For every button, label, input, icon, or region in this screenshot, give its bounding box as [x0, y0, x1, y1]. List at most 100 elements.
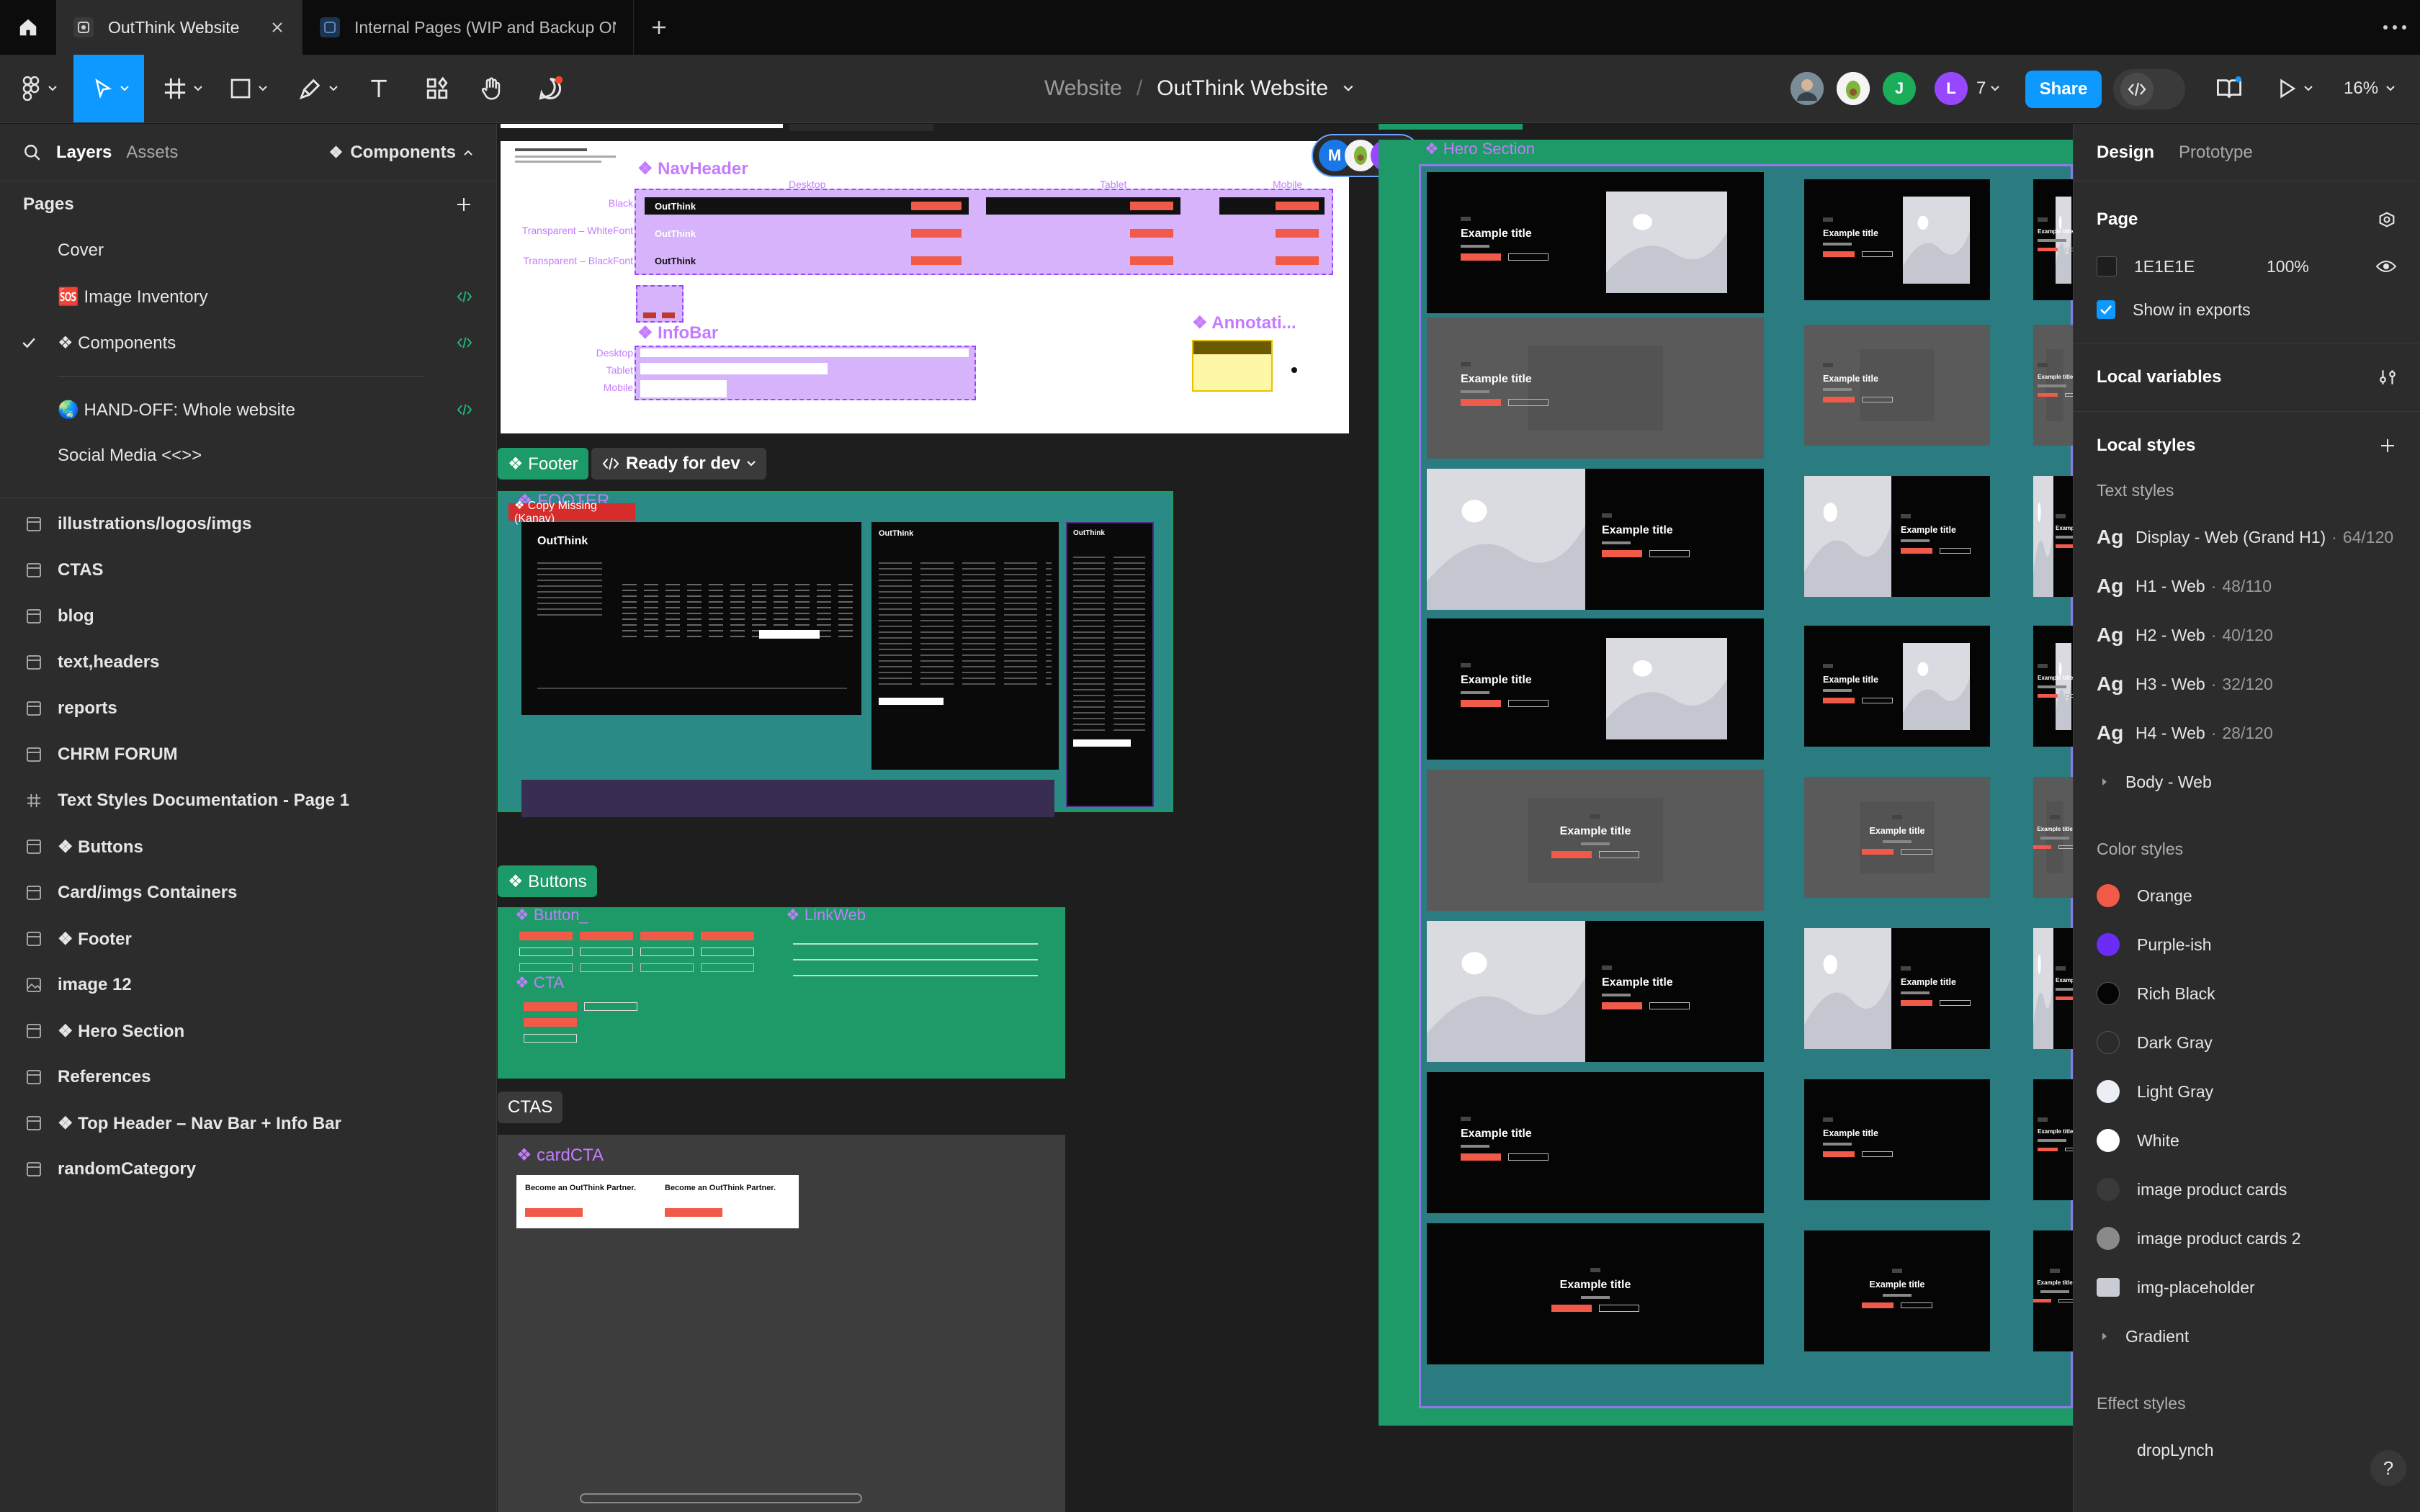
layer-item[interactable]: image 12 — [0, 962, 496, 1008]
help-button[interactable]: ? — [2370, 1450, 2406, 1486]
layer-item[interactable]: ❖ Buttons — [0, 824, 496, 870]
show-in-exports-row[interactable]: Show in exports — [2097, 291, 2397, 328]
navbar-tablet-blackfont — [986, 255, 1180, 266]
layer-item[interactable]: ❖ Hero Section — [0, 1008, 496, 1054]
share-button[interactable]: Share — [2025, 71, 2102, 108]
page-item[interactable]: 🆘 Image Inventory — [0, 274, 496, 320]
checkbox-checked-icon[interactable] — [2097, 300, 2115, 319]
hero-card-content: Example title — [2033, 813, 2073, 849]
avatar[interactable]: J — [1883, 72, 1916, 105]
canvas[interactable]: ❖ NavHeader Desktop Tablet Mobile Black … — [498, 124, 2073, 1512]
color-style-item[interactable]: Light Gray — [2097, 1067, 2397, 1116]
avatar[interactable] — [1791, 72, 1824, 105]
color-style-item[interactable]: image product cards 2 — [2097, 1214, 2397, 1263]
page-color-hex[interactable]: 1E1E1E — [2134, 257, 2249, 276]
layer-item[interactable]: ❖ Top Header – Nav Bar + Info Bar — [0, 1100, 496, 1146]
color-style-item[interactable]: White — [2097, 1116, 2397, 1165]
file-name[interactable]: OutThink Website — [1157, 76, 1328, 101]
current-page-dropdown[interactable]: ❖ Components — [329, 143, 473, 163]
avatar[interactable] — [1837, 72, 1870, 105]
add-page-plus-icon[interactable] — [454, 195, 473, 214]
effect-style-item[interactable]: dropLynch — [2097, 1426, 2397, 1475]
tab-assets[interactable]: Assets — [126, 143, 178, 163]
add-style-plus-icon[interactable] — [2378, 436, 2397, 455]
style-override-icon[interactable] — [2377, 210, 2397, 230]
ctas-frame[interactable]: ❖ cardCTA Become an OutThink Partner. Be… — [498, 1135, 1065, 1512]
home-icon[interactable] — [0, 0, 56, 55]
text-style-item[interactable]: Ag Display - Web (Grand H1) · 64/120 — [2097, 513, 2397, 562]
comment-tool-button[interactable] — [537, 55, 563, 122]
present-button[interactable] — [2276, 55, 2313, 122]
tab-design[interactable]: Design — [2097, 143, 2154, 163]
more-menu-icon[interactable] — [2370, 0, 2420, 55]
color-style-item[interactable]: Purple-ish — [2097, 920, 2397, 969]
footer-frame[interactable]: ❖ FOOTER ❖ Copy Missing (Kanav) OutThink… — [498, 491, 1173, 817]
frame-icon — [26, 1069, 42, 1085]
color-style-item[interactable]: image product cards — [2097, 1165, 2397, 1214]
navheader-variants[interactable]: OutThink OutThink OutThink — [635, 189, 1333, 275]
color-style-item[interactable]: Orange — [2097, 871, 2397, 920]
layer-item[interactable]: randomCategory — [0, 1146, 496, 1192]
page-item[interactable]: ❖ Components — [0, 320, 496, 366]
ready-for-dev-badge[interactable]: Ready for dev — [591, 448, 766, 480]
variables-icon[interactable] — [2378, 368, 2397, 387]
color-style-item[interactable]: img-placeholder — [2097, 1263, 2397, 1312]
infobar-variants[interactable] — [635, 346, 976, 400]
zoom-dropdown[interactable]: 16% — [2344, 55, 2396, 122]
buttons-frame[interactable]: ❖ Button_ ❖ LinkWeb ❖ CTA — [498, 906, 1065, 1079]
frame-tool-button[interactable] — [163, 55, 203, 122]
layer-item[interactable]: text,headers — [0, 639, 496, 685]
tab-layers[interactable]: Layers — [56, 143, 112, 163]
layer-item[interactable]: CHRM FORUM — [0, 732, 496, 778]
dev-mode-toggle[interactable] — [2113, 69, 2185, 109]
tab-outthink-website[interactable]: OutThink Website — [56, 0, 302, 55]
layer-item[interactable]: Card/imgs Containers — [0, 870, 496, 916]
body-web-group[interactable]: Body - Web — [2097, 757, 2397, 806]
layer-item[interactable]: Text Styles Documentation - Page 1 — [0, 778, 496, 824]
ctas-section-label[interactable]: CTAS — [498, 1092, 563, 1123]
layer-item[interactable]: reports — [0, 685, 496, 732]
new-tab-plus-icon[interactable] — [634, 0, 684, 55]
text-style-item[interactable]: Ag H4 - Web · 28/120 — [2097, 708, 2397, 757]
page-item[interactable]: 🌏 HAND-OFF: Whole website — [0, 387, 496, 433]
layer-item[interactable]: CTAS — [0, 547, 496, 593]
gradient-group[interactable]: Gradient — [2097, 1312, 2397, 1361]
page-item[interactable]: Social Media <<>> — [0, 433, 496, 479]
layer-item[interactable]: blog — [0, 593, 496, 639]
avatar[interactable]: L — [1935, 72, 1968, 105]
text-style-item[interactable]: Ag H1 - Web · 48/110 — [2097, 562, 2397, 611]
local-variables-section[interactable]: Local variables — [2074, 343, 2420, 412]
library-button[interactable] — [2215, 55, 2243, 122]
hand-tool-button[interactable] — [480, 55, 504, 122]
color-style-item[interactable]: Dark Gray — [2097, 1018, 2397, 1067]
page-item[interactable]: Cover — [0, 228, 496, 274]
layer-item[interactable]: ❖ Footer — [0, 916, 496, 962]
hero-section-frame[interactable]: ❖ Hero Section Example title Example titl… — [1379, 140, 2073, 1426]
layer-item[interactable]: illustrations/logos/imgs — [0, 501, 496, 547]
text-style-item[interactable]: Ag H3 - Web · 32/120 — [2097, 660, 2397, 708]
close-icon[interactable] — [270, 20, 284, 35]
top-header-frame[interactable]: ❖ NavHeader Desktop Tablet Mobile Black … — [501, 141, 1349, 433]
search-icon[interactable] — [23, 143, 42, 162]
resources-tool-button[interactable] — [425, 55, 449, 122]
tab-internal-pages[interactable]: Internal Pages (WIP and Backup ONL — [302, 0, 634, 55]
page-opacity[interactable]: 100% — [2267, 257, 2309, 276]
move-tool-button[interactable] — [73, 55, 144, 122]
shape-tool-button[interactable] — [229, 55, 268, 122]
page-color-row[interactable]: 1E1E1E 100% — [2097, 242, 2397, 291]
canvas-horizontal-scrollbar[interactable] — [580, 1493, 862, 1503]
main-menu-button[interactable] — [20, 55, 58, 122]
collaborators-count[interactable]: 7 — [1976, 55, 2000, 122]
buttons-section-label[interactable]: ❖ Buttons — [498, 865, 597, 897]
chevron-down-icon[interactable] — [1343, 84, 1354, 93]
pen-tool-button[interactable] — [298, 55, 339, 122]
eye-icon[interactable] — [2375, 258, 2397, 274]
layer-item[interactable]: References — [0, 1054, 496, 1100]
color-style-item[interactable]: Rich Black — [2097, 969, 2397, 1018]
text-style-item[interactable]: Ag H2 - Web · 40/120 — [2097, 611, 2397, 660]
project-name[interactable]: Website — [1044, 76, 1122, 101]
footer-section-label[interactable]: ❖ Footer — [498, 448, 588, 480]
text-tool-button[interactable] — [367, 55, 390, 122]
tab-prototype[interactable]: Prototype — [2179, 143, 2253, 163]
page-color-swatch[interactable] — [2097, 256, 2117, 276]
